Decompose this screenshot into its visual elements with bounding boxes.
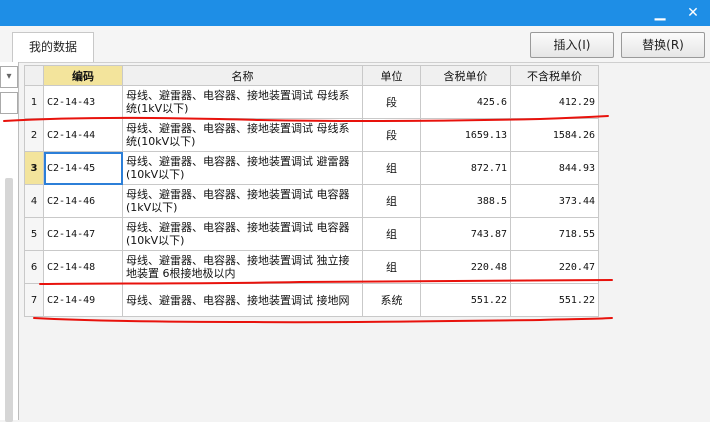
row-price-with-tax[interactable]: 1659.13 [420, 118, 511, 152]
header-price-without-tax[interactable]: 不含税单价 [510, 65, 599, 86]
header-price-with-tax[interactable]: 含税单价 [420, 65, 511, 86]
annotation-stroke-3 [33, 317, 613, 324]
row-unit[interactable]: 组 [362, 151, 421, 185]
row-price-without-tax[interactable]: 844.93 [510, 151, 599, 185]
table-row[interactable]: 7 C2-14-49 母线、避雷器、电容器、接地装置调试 接地网 系统 551.… [24, 283, 599, 317]
table-row-selected[interactable]: 3 C2-14-45 母线、避雷器、电容器、接地装置调试 避雷器(10kV以下)… [24, 151, 599, 185]
row-name[interactable]: 母线、避雷器、电容器、接地装置调试 电容器(10kV以下) [122, 217, 363, 251]
row-index: 4 [24, 184, 44, 218]
row-code[interactable]: C2-14-48 [43, 250, 123, 284]
header-name[interactable]: 名称 [122, 65, 363, 86]
row-unit[interactable]: 段 [362, 118, 421, 152]
minimize-icon[interactable]: ▁ [645, 0, 675, 26]
row-price-without-tax[interactable]: 1584.26 [510, 118, 599, 152]
table-row[interactable]: 2 C2-14-44 母线、避雷器、电容器、接地装置调试 母线系统(10kV以下… [24, 118, 599, 152]
row-price-without-tax[interactable]: 412.29 [510, 85, 599, 119]
row-index: 1 [24, 85, 44, 119]
row-index: 3 [24, 151, 44, 185]
table-header-row: 编码 名称 单位 含税单价 不含税单价 [24, 65, 599, 86]
row-code[interactable]: C2-14-45 [43, 151, 123, 185]
row-index: 7 [24, 283, 44, 317]
row-unit[interactable]: 组 [362, 184, 421, 218]
row-price-with-tax[interactable]: 388.5 [420, 184, 511, 218]
header-code[interactable]: 编码 [43, 65, 123, 86]
row-name[interactable]: 母线、避雷器、电容器、接地装置调试 避雷器(10kV以下) [122, 151, 363, 185]
row-index: 6 [24, 250, 44, 284]
row-name[interactable]: 母线、避雷器、电容器、接地装置调试 接地网 [122, 283, 363, 317]
toolbar: 我的数据 插入(I) 替换(R) [0, 26, 710, 63]
row-name[interactable]: 母线、避雷器、电容器、接地装置调试 电容器(1kV以下) [122, 184, 363, 218]
table-row[interactable]: 4 C2-14-46 母线、避雷器、电容器、接地装置调试 电容器(1kV以下) … [24, 184, 599, 218]
row-code[interactable]: C2-14-49 [43, 283, 123, 317]
row-code[interactable]: C2-14-44 [43, 118, 123, 152]
left-scrollbar[interactable] [5, 178, 13, 422]
row-index: 5 [24, 217, 44, 251]
row-price-without-tax[interactable]: 551.22 [510, 283, 599, 317]
table-row[interactable]: 6 C2-14-48 母线、避雷器、电容器、接地装置调试 独立接地装置 6根接地… [24, 250, 599, 284]
table-row[interactable]: 5 C2-14-47 母线、避雷器、电容器、接地装置调试 电容器(10kV以下)… [24, 217, 599, 251]
tab-my-data[interactable]: 我的数据 [12, 32, 94, 62]
expand-arrow-icon[interactable]: ▾ [0, 66, 18, 88]
close-icon[interactable]: ✕ [678, 0, 708, 26]
left-search-input[interactable] [0, 92, 18, 114]
header-unit[interactable]: 单位 [362, 65, 421, 86]
row-name[interactable]: 母线、避雷器、电容器、接地装置调试 独立接地装置 6根接地极以内 [122, 250, 363, 284]
header-index [24, 65, 44, 86]
table-row[interactable]: 1 C2-14-43 母线、避雷器、电容器、接地装置调试 母线系统(1kV以下)… [24, 85, 599, 119]
row-code[interactable]: C2-14-46 [43, 184, 123, 218]
row-price-with-tax[interactable]: 743.87 [420, 217, 511, 251]
row-price-with-tax[interactable]: 425.6 [420, 85, 511, 119]
row-unit[interactable]: 组 [362, 217, 421, 251]
row-unit[interactable]: 系统 [362, 283, 421, 317]
row-unit[interactable]: 组 [362, 250, 421, 284]
row-price-with-tax[interactable]: 872.71 [420, 151, 511, 185]
row-unit[interactable]: 段 [362, 85, 421, 119]
row-code[interactable]: C2-14-43 [43, 85, 123, 119]
row-price-without-tax[interactable]: 220.47 [510, 250, 599, 284]
row-name[interactable]: 母线、避雷器、电容器、接地装置调试 母线系统(10kV以下) [122, 118, 363, 152]
replace-button[interactable]: 替换(R) [621, 32, 705, 58]
row-price-without-tax[interactable]: 373.44 [510, 184, 599, 218]
row-code[interactable]: C2-14-47 [43, 217, 123, 251]
row-index: 2 [24, 118, 44, 152]
row-price-with-tax[interactable]: 551.22 [420, 283, 511, 317]
data-grid: 编码 名称 单位 含税单价 不含税单价 1 C2-14-43 母线、避雷器、电容… [24, 65, 599, 317]
window-titlebar: ▁ ✕ [0, 0, 710, 26]
left-panel: ▾ [0, 62, 19, 422]
row-price-without-tax[interactable]: 718.55 [510, 217, 599, 251]
row-price-with-tax[interactable]: 220.48 [420, 250, 511, 284]
insert-button[interactable]: 插入(I) [530, 32, 614, 58]
row-name[interactable]: 母线、避雷器、电容器、接地装置调试 母线系统(1kV以下) [122, 85, 363, 119]
